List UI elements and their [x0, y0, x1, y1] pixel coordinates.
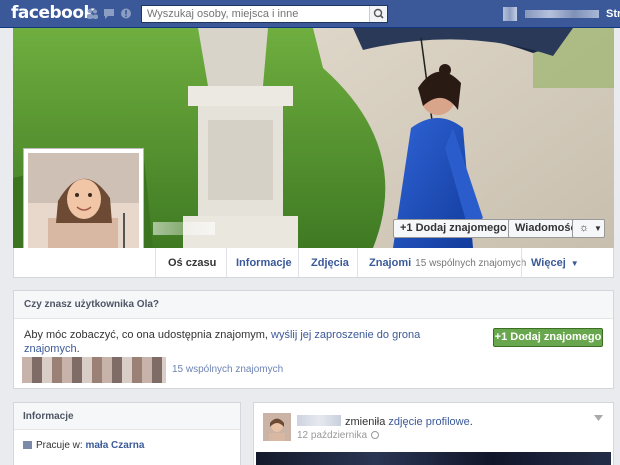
home-link[interactable]: Stro	[606, 8, 620, 20]
mutual-friends-avatars[interactable]	[22, 357, 166, 383]
nav-separator	[226, 248, 227, 277]
chevron-down-icon: ▼	[570, 259, 579, 268]
profile-photo-link[interactable]: zdjęcie profilowe	[388, 416, 469, 428]
friend-requests-icon[interactable]	[86, 8, 98, 19]
friend-box-header: Czy znasz użytkownika Ola?	[14, 291, 613, 319]
friend-box-heading: Czy znasz użytkownika Ola?	[24, 299, 160, 310]
work-info: Pracuje w: mała Czarna	[23, 440, 144, 451]
profile-navigation: Oś czasu Informacje Zdjęcia Znajomi 15 ws…	[13, 248, 614, 278]
mutual-friends-link[interactable]: 15 wspólnych znajomych	[172, 364, 283, 375]
search-button[interactable]	[369, 6, 387, 22]
tab-friends-count: 15 wspólnych znajomych	[415, 258, 527, 269]
chevron-down-icon: ▼	[594, 224, 602, 233]
notifications-icon[interactable]	[120, 8, 132, 19]
add-friend-button-green[interactable]: +1 Dodaj znajomego	[493, 328, 603, 347]
search-icon	[373, 8, 384, 19]
post-author-avatar[interactable]	[263, 413, 291, 441]
nav-separator	[521, 248, 522, 277]
post-timestamp[interactable]: 12 października	[297, 430, 367, 441]
gear-icon: ☼	[579, 222, 590, 234]
tab-more-label: Więcej	[531, 257, 566, 269]
user-name-blurred[interactable]	[525, 10, 599, 18]
nav-separator	[357, 248, 358, 277]
chevron-down-icon[interactable]	[594, 415, 603, 421]
messages-icon[interactable]	[103, 8, 115, 19]
add-friend-button[interactable]: +1 Dodaj znajomego	[393, 219, 514, 238]
tab-photos[interactable]: Zdjęcia	[311, 248, 349, 277]
post-date: 12 października	[297, 430, 380, 441]
nav-separator	[298, 248, 299, 277]
search-input[interactable]	[142, 6, 367, 22]
info-card: Informacje Pracuje w: mała Czarna	[13, 402, 241, 465]
profile-name-blurred	[153, 222, 215, 235]
facebook-logo[interactable]: facebook	[11, 3, 95, 23]
workplace-link[interactable]: mała Czarna	[85, 440, 144, 451]
info-card-header: Informacje	[14, 403, 240, 430]
nav-separator	[155, 248, 156, 277]
friend-request-box: Czy znasz użytkownika Ola? Aby móc zobac…	[13, 290, 614, 389]
search-box	[141, 5, 388, 23]
post-action-text: zmieniła zdjęcie profilowe.	[345, 416, 473, 428]
tab-more[interactable]: Więcej ▼	[531, 248, 579, 277]
add-friend-icon: +1	[400, 222, 413, 234]
settings-dropdown-button[interactable]: ☼ ▼	[572, 219, 605, 238]
post-image[interactable]	[256, 452, 611, 465]
briefcase-icon	[23, 441, 32, 449]
globe-icon	[371, 431, 380, 439]
top-bar: facebook Stro	[0, 0, 620, 28]
tab-friends-label: Znajomi	[369, 257, 412, 269]
user-avatar[interactable]	[503, 7, 517, 21]
tab-timeline[interactable]: Oś czasu	[168, 248, 216, 277]
tab-friends[interactable]: Znajomi 15 wspólnych znajomych	[369, 248, 526, 277]
timeline-post: zmieniła zdjęcie profilowe. 12 październ…	[253, 402, 614, 465]
tab-about[interactable]: Informacje	[236, 248, 292, 277]
post-author-name-blurred[interactable]	[297, 415, 341, 426]
add-friend-icon: +1	[494, 331, 508, 343]
friend-box-text: Aby móc zobaczyć, co ona udostępnia znaj…	[24, 329, 421, 355]
info-card-heading[interactable]: Informacje	[23, 411, 74, 422]
